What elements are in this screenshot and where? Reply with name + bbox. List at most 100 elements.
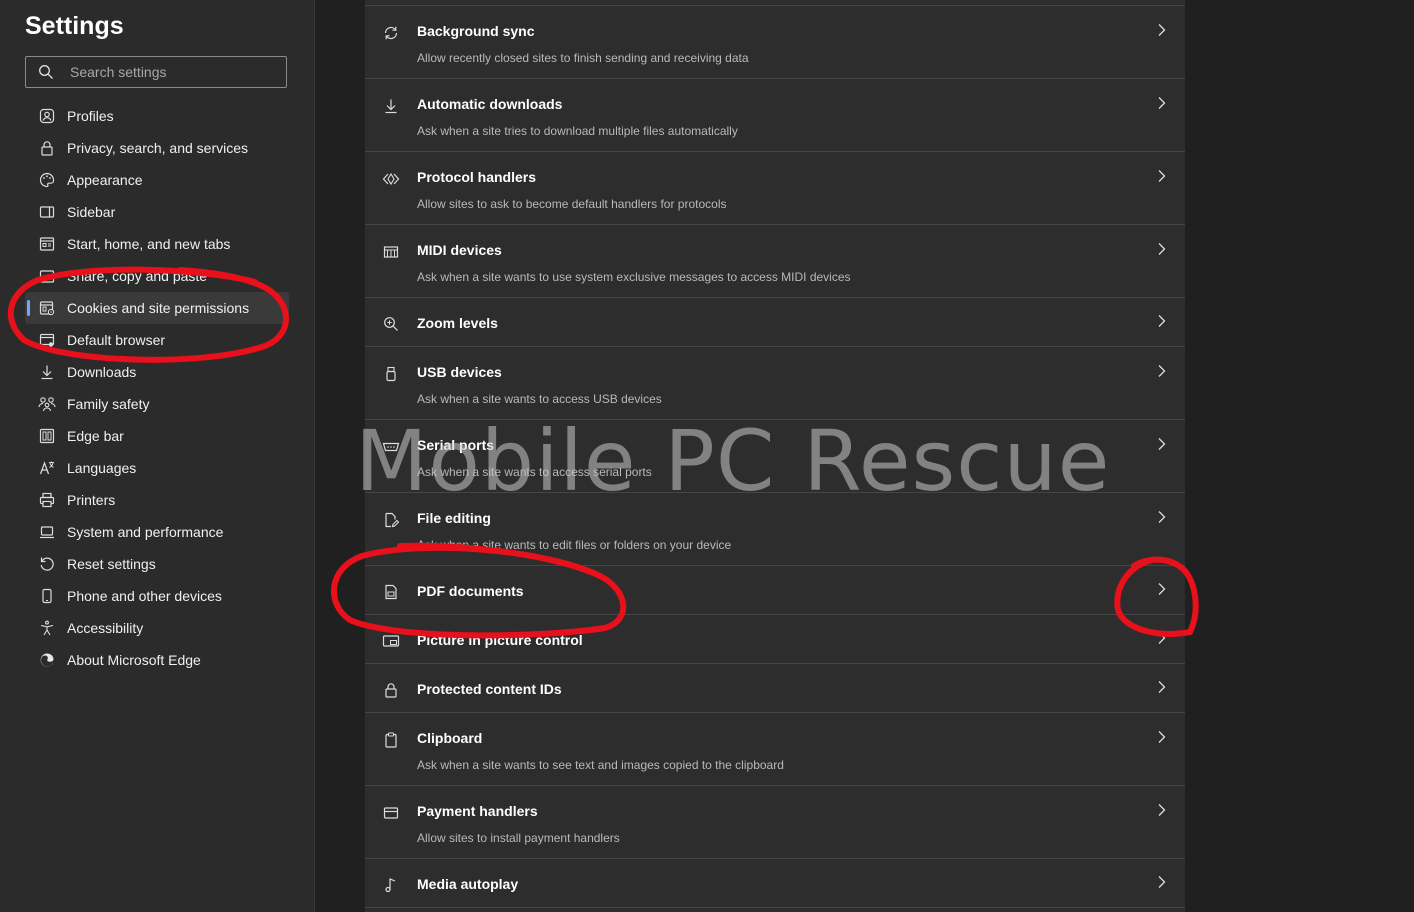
- permission-row-usb-devices[interactable]: USB devices Ask when a site wants to acc…: [365, 346, 1185, 420]
- permission-row-protocol-handlers[interactable]: Protocol handlers Allow sites to ask to …: [365, 151, 1185, 225]
- sidebar-item-label: Default browser: [67, 332, 166, 348]
- midi-icon: [382, 243, 400, 261]
- usb-icon: [382, 365, 400, 383]
- chevron-right-icon: [1156, 364, 1168, 378]
- sidebar-item-languages[interactable]: Languages: [25, 452, 289, 484]
- download-icon: [382, 97, 400, 115]
- sidebar-item-privacy[interactable]: Privacy, search, and services: [25, 132, 289, 164]
- permission-row-serial-ports[interactable]: Serial ports Ask when a site wants to ac…: [365, 419, 1185, 493]
- sidebar-item-label: Privacy, search, and services: [67, 140, 249, 156]
- accessibility-icon: [38, 619, 56, 637]
- permission-title: Picture in picture control: [417, 632, 583, 648]
- permission-subtitle: Allow recently closed sites to finish se…: [417, 51, 749, 65]
- permission-title: Payment handlers: [417, 803, 538, 819]
- search-input[interactable]: [70, 57, 280, 87]
- edge-logo-icon: [38, 651, 56, 669]
- chevron-right-icon: [1156, 437, 1168, 451]
- sidebar-item-default-browser[interactable]: Default browser: [25, 324, 289, 356]
- sidebar-item-printers[interactable]: Printers: [25, 484, 289, 516]
- chevron-right-icon: [1156, 680, 1168, 694]
- phone-icon: [38, 587, 56, 605]
- permission-title: MIDI devices: [417, 242, 502, 258]
- permission-row-clipboard[interactable]: Clipboard Ask when a site wants to see t…: [365, 712, 1185, 786]
- file-edit-icon: [382, 511, 400, 529]
- chevron-right-icon: [1156, 169, 1168, 183]
- permission-row-zoom-levels[interactable]: Zoom levels: [365, 297, 1185, 347]
- permission-title: Zoom levels: [417, 315, 498, 331]
- clipboard-icon: [382, 731, 400, 749]
- sidebar-item-label: Accessibility: [67, 620, 144, 636]
- permission-row-background-sync[interactable]: Background sync Allow recently closed si…: [365, 5, 1185, 79]
- sidebar-item-label: Languages: [67, 460, 137, 476]
- permission-row-payment-handlers[interactable]: Payment handlers Allow sites to install …: [365, 785, 1185, 859]
- permissions-list: Background sync Allow recently closed si…: [365, 0, 1185, 912]
- permission-subtitle: Ask when a site wants to use system excl…: [417, 270, 851, 284]
- permission-row-pdf-documents[interactable]: PDF documents: [365, 565, 1185, 615]
- chevron-right-icon: [1156, 631, 1168, 645]
- family-icon: [38, 395, 56, 413]
- search-box[interactable]: [25, 56, 287, 88]
- language-icon: [38, 459, 56, 477]
- permission-title: Protected content IDs: [417, 681, 562, 697]
- sidebar-item-label: Appearance: [67, 172, 143, 188]
- lock-icon: [38, 139, 56, 157]
- permission-row-file-editing[interactable]: File editing Ask when a site wants to ed…: [365, 492, 1185, 566]
- permission-subtitle: Ask when a site wants to edit files or f…: [417, 538, 732, 552]
- pdf-icon: [382, 583, 400, 601]
- sidebar-item-label: Sidebar: [67, 204, 116, 220]
- sidebar-item-label: Profiles: [67, 108, 114, 124]
- search-icon: [38, 64, 54, 80]
- serial-port-icon: [382, 438, 400, 456]
- permission-row-media-autoplay[interactable]: Media autoplay: [365, 858, 1185, 908]
- sidebar-item-cookies[interactable]: Cookies and site permissions: [25, 292, 289, 324]
- printer-icon: [38, 491, 56, 509]
- sidebar-icon: [38, 203, 56, 221]
- sidebar-item-profiles[interactable]: Profiles: [25, 100, 289, 132]
- sidebar-item-accessibility[interactable]: Accessibility: [25, 612, 289, 644]
- permission-subtitle: Ask when a site tries to download multip…: [417, 124, 738, 138]
- permission-row-automatic-downloads[interactable]: Automatic downloads Ask when a site trie…: [365, 78, 1185, 152]
- chevron-right-icon: [1156, 510, 1168, 524]
- permission-row-picture-in-picture[interactable]: Picture in picture control: [365, 614, 1185, 664]
- permission-title: File editing: [417, 510, 491, 526]
- sidebar-item-reset[interactable]: Reset settings: [25, 548, 289, 580]
- sidebar-item-sidebar[interactable]: Sidebar: [25, 196, 289, 228]
- permission-subtitle: Ask when a site wants to see text and im…: [417, 758, 784, 772]
- sidebar-item-edge-bar[interactable]: Edge bar: [25, 420, 289, 452]
- sidebar-item-label: Edge bar: [67, 428, 124, 444]
- permission-title: Serial ports: [417, 437, 495, 453]
- chevron-right-icon: [1156, 96, 1168, 110]
- chevron-right-icon: [1156, 242, 1168, 256]
- laptop-icon: [38, 523, 56, 541]
- sidebar-item-label: Reset settings: [67, 556, 156, 572]
- sidebar-item-about[interactable]: About Microsoft Edge: [25, 644, 289, 676]
- permission-title: Media autoplay: [417, 876, 519, 892]
- permission-row-protected-content[interactable]: Protected content IDs: [365, 663, 1185, 713]
- sidebar-item-label: System and performance: [67, 524, 224, 540]
- permission-row-midi-devices[interactable]: MIDI devices Ask when a site wants to us…: [365, 224, 1185, 298]
- permission-subtitle: Allow sites to install payment handlers: [417, 831, 620, 845]
- sidebar-item-appearance[interactable]: Appearance: [25, 164, 289, 196]
- permission-subtitle: Allow sites to ask to become default han…: [417, 197, 727, 211]
- sidebar-item-system[interactable]: System and performance: [25, 516, 289, 548]
- protocol-icon: [382, 170, 400, 188]
- permission-subtitle: Ask when a site wants to access serial p…: [417, 465, 652, 479]
- sidebar-item-phone[interactable]: Phone and other devices: [25, 580, 289, 612]
- share-icon: [38, 267, 56, 285]
- sidebar-item-start-home[interactable]: Start, home, and new tabs: [25, 228, 289, 260]
- lock-icon: [382, 681, 400, 699]
- sidebar-item-label: Share, copy and paste: [67, 268, 208, 284]
- sidebar-item-family-safety[interactable]: Family safety: [25, 388, 289, 420]
- sync-icon: [382, 24, 400, 42]
- cookies-icon: [38, 299, 56, 317]
- sidebar-item-label: Printers: [67, 492, 116, 508]
- sidebar-item-share[interactable]: Share, copy and paste: [25, 260, 289, 292]
- chevron-right-icon: [1156, 875, 1168, 889]
- chevron-right-icon[interactable]: [1156, 582, 1168, 596]
- home-tabs-icon: [38, 235, 56, 253]
- chevron-right-icon: [1156, 314, 1168, 328]
- sidebar-item-downloads[interactable]: Downloads: [25, 356, 289, 388]
- pip-icon: [382, 632, 400, 650]
- edge-bar-icon: [38, 427, 56, 445]
- browser-icon: [38, 331, 56, 349]
